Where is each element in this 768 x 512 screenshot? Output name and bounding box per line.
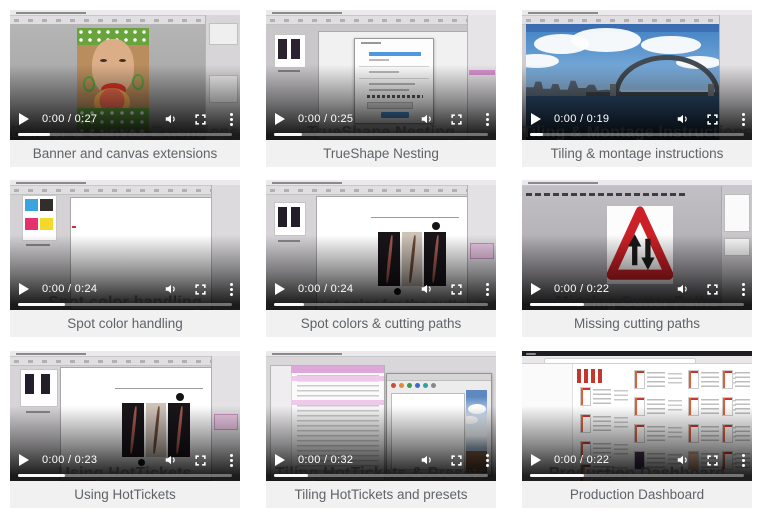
volume-icon[interactable] [163, 282, 178, 297]
fullscreen-icon[interactable] [193, 282, 208, 297]
progress-bar[interactable] [530, 133, 744, 136]
volume-icon[interactable] [163, 112, 178, 127]
fullscreen-icon[interactable] [705, 453, 720, 468]
volume-icon[interactable] [675, 112, 690, 127]
video-player[interactable]: Banner & Canvas Extensions 0:00 / 0:27 [10, 10, 240, 140]
video-caption: TrueShape Nesting [266, 140, 496, 167]
video-card: Use a spot color for the cutter path 0:0… [266, 180, 496, 337]
time-display: 0:00 / 0:23 [42, 454, 97, 466]
video-card: Banner & Canvas Extensions 0:00 / 0:27 B… [10, 10, 240, 167]
time-display: 0:00 / 0:22 [554, 283, 609, 295]
video-card: Production Dashboard 0:00 / 0:22 Product… [522, 351, 752, 508]
video-card: Spot color handling 0:00 / 0:24 Spot col… [10, 180, 240, 337]
progress-bar[interactable] [18, 303, 232, 306]
time-display: 0:00 / 0:19 [554, 113, 609, 125]
more-options-icon[interactable] [226, 111, 236, 127]
video-caption: Banner and canvas extensions [10, 140, 240, 167]
progress-bar[interactable] [530, 474, 744, 477]
play-icon[interactable] [275, 454, 285, 466]
play-icon[interactable] [19, 283, 29, 295]
video-player[interactable]: Missing Cutter Paths 0:00 / 0:22 [522, 180, 752, 310]
play-icon[interactable] [531, 113, 541, 125]
video-player[interactable]: Tiling & Montage Instructions 0:00 / 0:1… [522, 10, 752, 140]
video-caption: Tiling & montage instructions [522, 140, 752, 167]
volume-icon[interactable] [419, 453, 434, 468]
video-player[interactable]: Production Dashboard 0:00 / 0:22 [522, 351, 752, 481]
volume-icon[interactable] [675, 282, 690, 297]
play-icon[interactable] [275, 113, 285, 125]
fullscreen-icon[interactable] [449, 453, 464, 468]
more-options-icon[interactable] [482, 281, 492, 297]
volume-icon[interactable] [419, 282, 434, 297]
play-icon[interactable] [531, 283, 541, 295]
progress-bar[interactable] [18, 133, 232, 136]
fullscreen-icon[interactable] [193, 112, 208, 127]
video-card: Missing Cutter Paths 0:00 / 0:22 Missing… [522, 180, 752, 337]
volume-icon[interactable] [163, 453, 178, 468]
fullscreen-icon[interactable] [705, 112, 720, 127]
video-caption: Missing cutting paths [522, 310, 752, 337]
volume-icon[interactable] [419, 112, 434, 127]
video-caption: Tiling HotTickets and presets [266, 481, 496, 508]
time-display: 0:00 / 0:24 [42, 283, 97, 295]
video-card: Tiling HotTickets & Presets 0:00 / 0:32 … [266, 351, 496, 508]
time-display: 0:00 / 0:24 [298, 283, 353, 295]
volume-icon[interactable] [675, 453, 690, 468]
play-icon[interactable] [19, 113, 29, 125]
video-caption: Using HotTickets [10, 481, 240, 508]
time-display: 0:00 / 0:25 [298, 113, 353, 125]
progress-bar[interactable] [530, 303, 744, 306]
video-player[interactable]: Use a spot color for the cutter path 0:0… [266, 180, 496, 310]
more-options-icon[interactable] [226, 281, 236, 297]
video-card: Tiling & Montage Instructions 0:00 / 0:1… [522, 10, 752, 167]
play-icon[interactable] [19, 454, 29, 466]
more-options-icon[interactable] [482, 111, 492, 127]
progress-bar[interactable] [274, 474, 488, 477]
play-icon[interactable] [275, 283, 285, 295]
video-player[interactable]: Tiling HotTickets & Presets 0:00 / 0:32 [266, 351, 496, 481]
progress-bar[interactable] [274, 303, 488, 306]
video-player[interactable]: Spot color handling 0:00 / 0:24 [10, 180, 240, 310]
video-player[interactable]: Using HotTickets 0:00 / 0:23 [10, 351, 240, 481]
time-display: 0:00 / 0:27 [42, 113, 97, 125]
video-caption: Production Dashboard [522, 481, 752, 508]
fullscreen-icon[interactable] [449, 112, 464, 127]
time-display: 0:00 / 0:32 [298, 454, 353, 466]
fullscreen-icon[interactable] [449, 282, 464, 297]
fullscreen-icon[interactable] [193, 453, 208, 468]
video-player[interactable]: TrueShape Nesting 0:00 / 0:25 [266, 10, 496, 140]
video-card: TrueShape Nesting 0:00 / 0:25 TrueShape … [266, 10, 496, 167]
progress-bar[interactable] [18, 474, 232, 477]
video-card: Using HotTickets 0:00 / 0:23 Using HotTi… [10, 351, 240, 508]
more-options-icon[interactable] [738, 281, 748, 297]
more-options-icon[interactable] [738, 111, 748, 127]
time-display: 0:00 / 0:22 [554, 454, 609, 466]
more-options-icon[interactable] [738, 452, 748, 468]
more-options-icon[interactable] [482, 452, 492, 468]
play-icon[interactable] [531, 454, 541, 466]
video-caption: Spot color handling [10, 310, 240, 337]
progress-bar[interactable] [274, 133, 488, 136]
more-options-icon[interactable] [226, 452, 236, 468]
fullscreen-icon[interactable] [705, 282, 720, 297]
video-caption: Spot colors & cutting paths [266, 310, 496, 337]
